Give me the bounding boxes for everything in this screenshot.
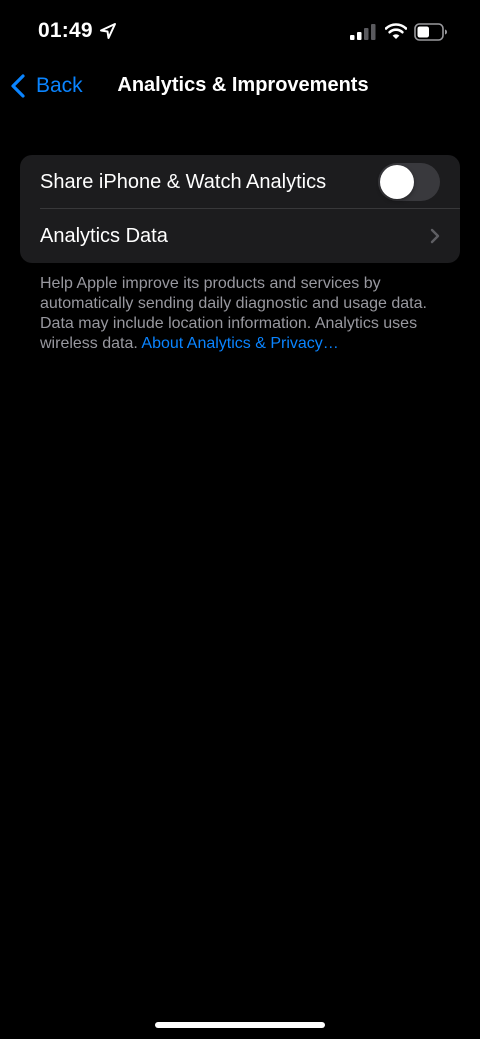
about-analytics-privacy-link[interactable]: About Analytics & Privacy… [141,335,338,352]
analytics-data-label: Analytics Data [40,224,168,247]
home-indicator[interactable] [155,1022,325,1028]
share-analytics-toggle[interactable] [378,163,440,201]
analytics-description: Help Apple improve its products and serv… [40,274,450,354]
location-arrow-icon [100,23,116,39]
share-analytics-row: Share iPhone & Watch Analytics [20,155,460,209]
status-bar: 01:49 [0,0,480,64]
navigation-bar: Back Analytics & Improvements [0,60,480,112]
screen: 01:49 Back Analytics & Improvements Shar… [0,0,480,1039]
battery-icon [414,23,447,41]
share-analytics-label: Share iPhone & Watch Analytics [40,170,327,193]
chevron-right-icon [430,228,440,244]
status-time: 01:49 [38,19,93,42]
settings-group: Share iPhone & Watch Analytics Analytics… [20,155,460,263]
page-title: Analytics & Improvements [117,74,369,96]
toggle-knob [380,165,414,199]
cellular-signal-icon [350,24,376,40]
wifi-icon [385,23,407,39]
analytics-data-row[interactable]: Analytics Data [20,209,460,263]
